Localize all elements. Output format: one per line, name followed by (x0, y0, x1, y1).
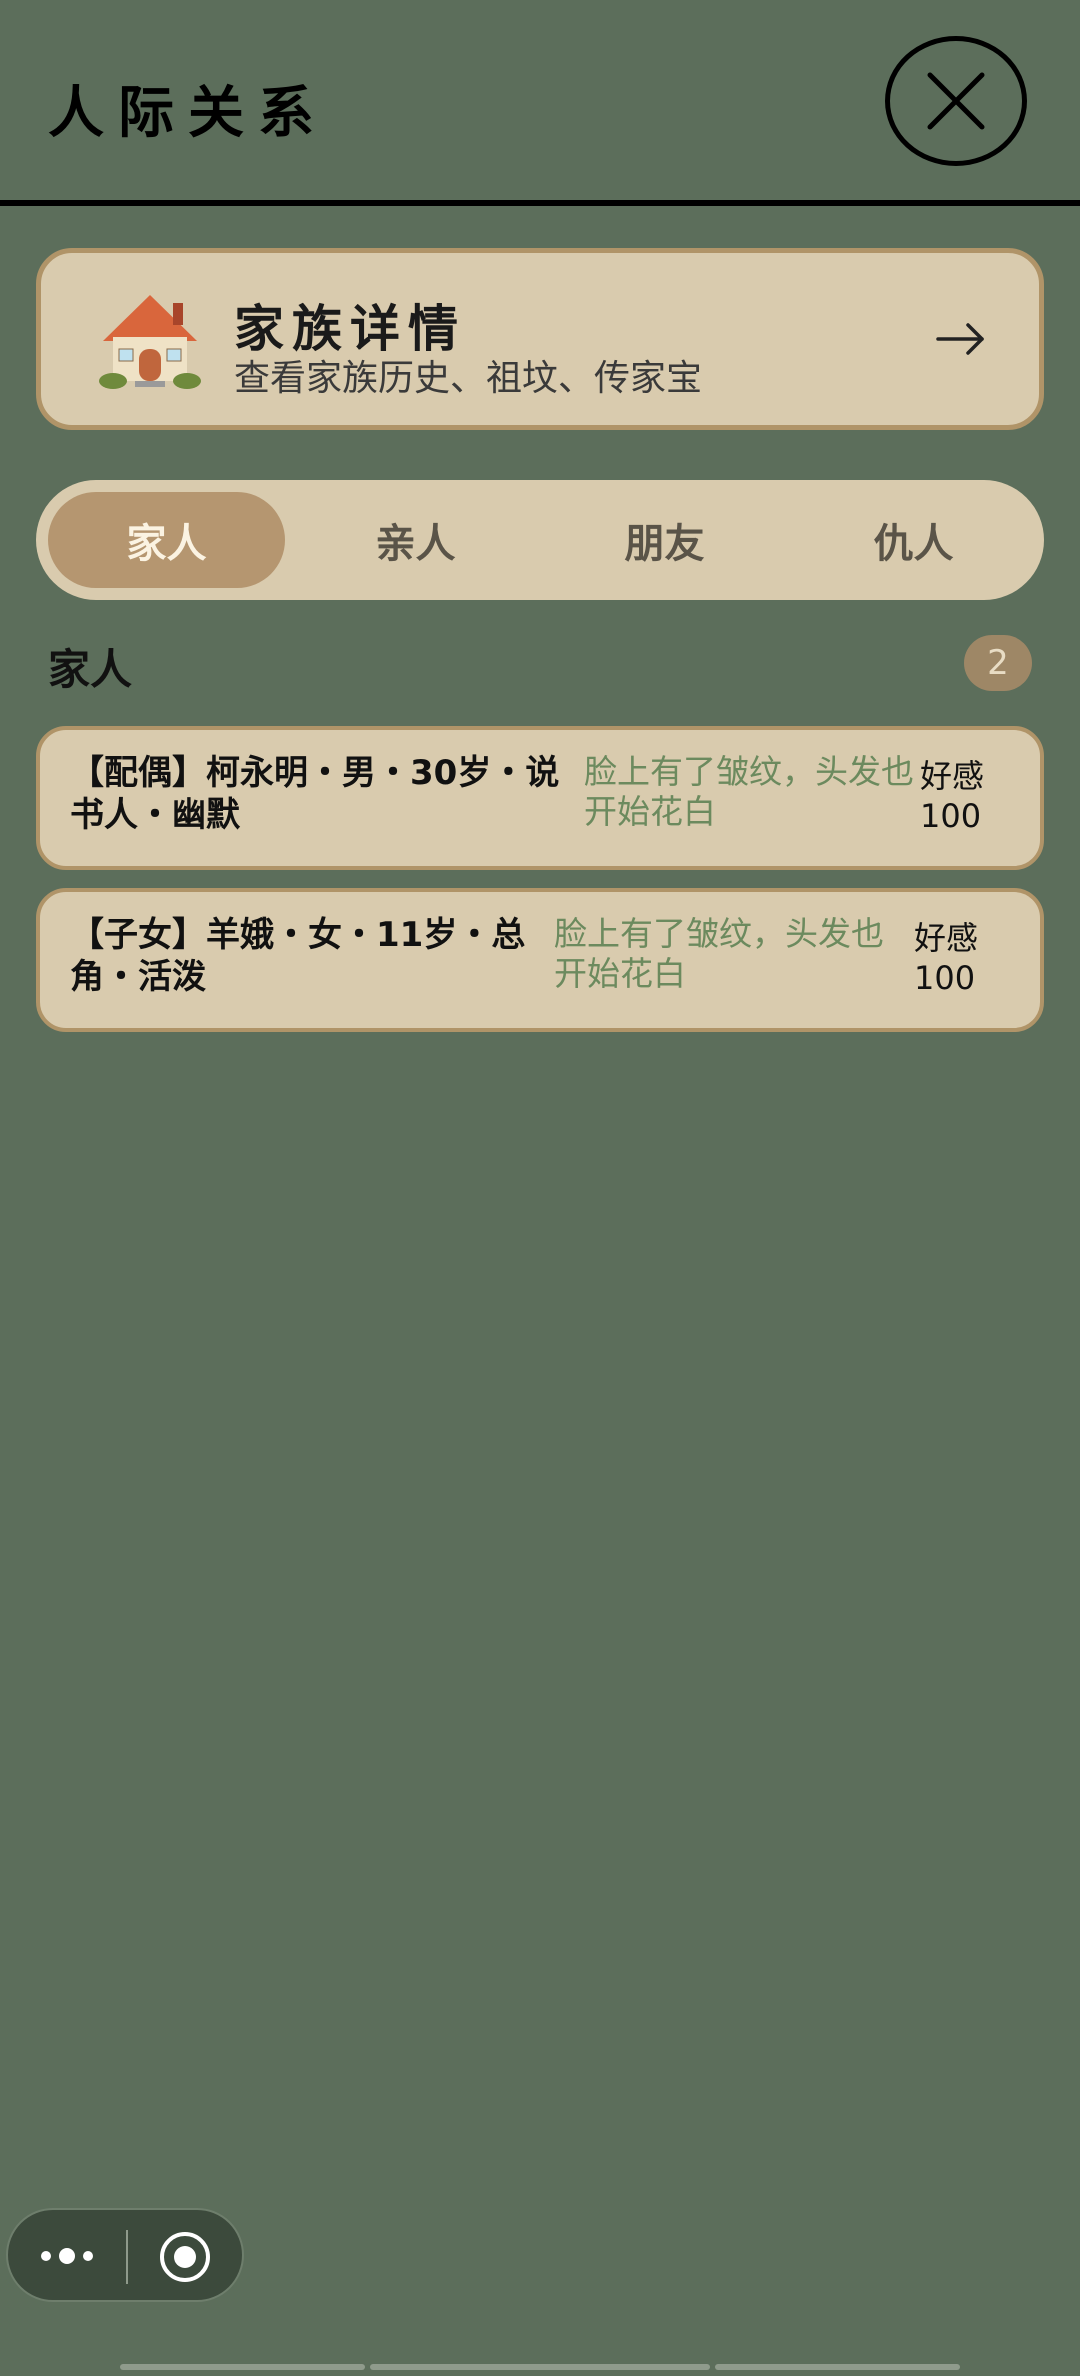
relation-tabs: 家人 亲人 朋友 仇人 (36, 480, 1044, 600)
house-icon (99, 295, 201, 389)
tab-relatives[interactable]: 亲人 (297, 492, 534, 588)
member-description: 脸上有了皱纹，头发也开始花白 (584, 752, 914, 831)
page-title: 人际关系 (48, 81, 328, 146)
more-icon[interactable] (38, 2240, 96, 2272)
mini-program-capsule (6, 2208, 244, 2302)
favor-label: 好感 (920, 757, 985, 795)
family-details-subtitle: 查看家族历史、祖坟、传家宝 (234, 358, 703, 399)
arrow-right-icon (936, 323, 984, 355)
family-details-card[interactable]: 家族详情 查看家族历史、祖坟、传家宝 (36, 248, 1044, 430)
favor-value: 100 (914, 959, 976, 997)
favor-label: 好感 (914, 919, 979, 957)
tab-enemies[interactable]: 仇人 (795, 492, 1032, 588)
capsule-divider (126, 2230, 128, 2284)
member-favor: 好感 100 (914, 918, 978, 998)
tab-family[interactable]: 家人 (48, 492, 285, 588)
list-item[interactable]: 【配偶】柯永明・男・30岁・说书人・幽默 脸上有了皱纹，头发也开始花白 好感 1… (36, 726, 1044, 870)
home-indicator (370, 2364, 710, 2370)
close-button[interactable] (885, 36, 1027, 166)
count-badge: 2 (964, 635, 1032, 691)
member-favor: 好感 100 (920, 756, 984, 836)
member-description: 脸上有了皱纹，头发也开始花白 (554, 914, 884, 993)
member-info: 【配偶】柯永明・男・30岁・说书人・幽默 (70, 753, 560, 835)
header-bar: 人际关系 (0, 0, 1080, 206)
tab-friends[interactable]: 朋友 (546, 492, 783, 588)
home-indicator (120, 2364, 365, 2370)
exit-target-icon[interactable] (158, 2230, 212, 2284)
list-item[interactable]: 【子女】羊娥・女・11岁・总角・活泼 脸上有了皱纹，头发也开始花白 好感 100 (36, 888, 1044, 1032)
close-icon (927, 72, 985, 130)
member-info: 【子女】羊娥・女・11岁・总角・活泼 (70, 915, 526, 997)
home-indicator (715, 2364, 960, 2370)
section-title: 家人 (48, 645, 133, 694)
favor-value: 100 (920, 797, 982, 835)
